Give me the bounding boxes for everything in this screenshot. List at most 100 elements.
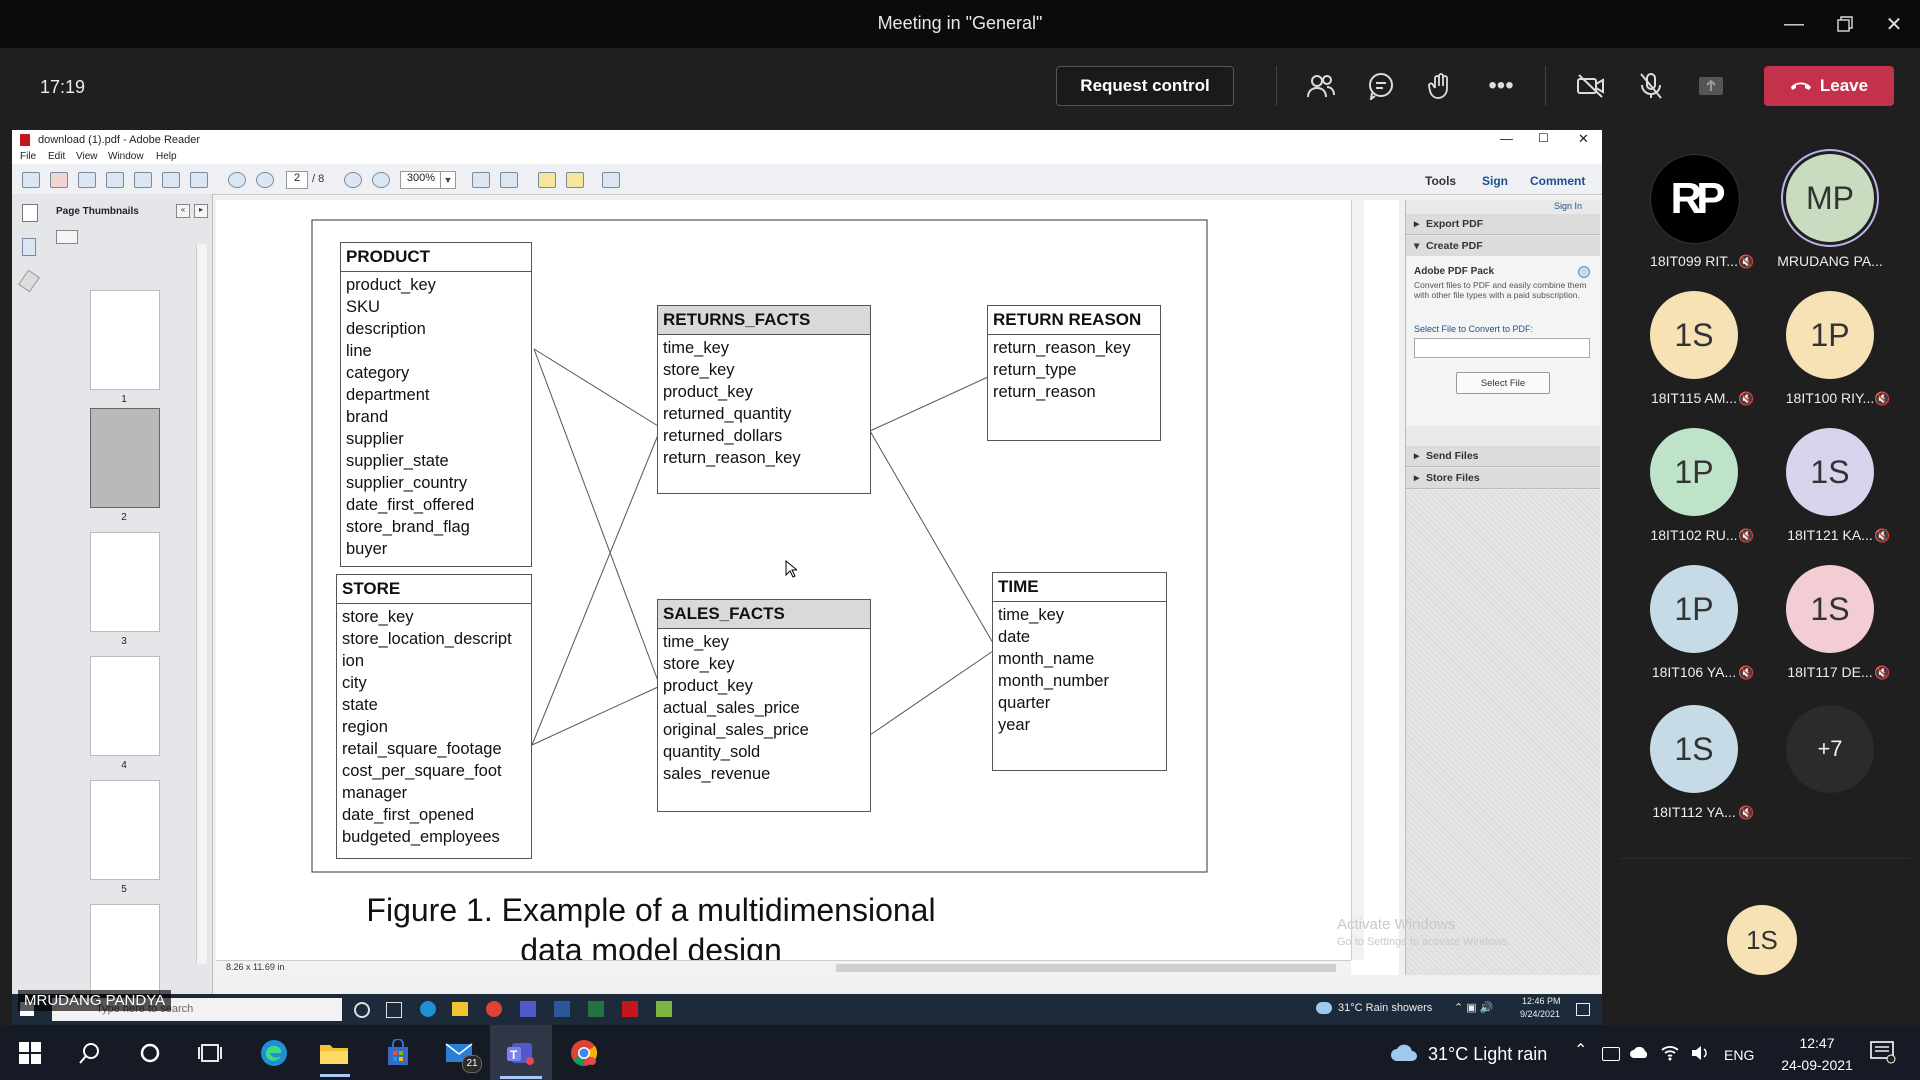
chat-icon[interactable] — [1363, 68, 1399, 104]
clock-time[interactable]: 12:47 — [1776, 1035, 1858, 1051]
camera-off-icon[interactable] — [1573, 68, 1609, 104]
page-thumbnail[interactable] — [90, 656, 160, 756]
task-view-icon[interactable] — [386, 1002, 402, 1018]
expand-pane-icon[interactable]: ▸ — [194, 204, 208, 218]
battery-icon[interactable] — [1602, 1047, 1620, 1061]
page-down-icon[interactable] — [256, 172, 274, 188]
participants-icon[interactable] — [1303, 68, 1339, 104]
fit-page-icon[interactable] — [472, 172, 490, 188]
menu-help[interactable]: Help — [156, 151, 177, 162]
cortana-icon[interactable] — [354, 1002, 370, 1018]
store-files-section[interactable]: ▸ Store Files — [1406, 468, 1600, 489]
zoom-out-icon[interactable] — [344, 172, 362, 188]
thumbnail-scrollbar[interactable] — [196, 244, 207, 964]
adobe-reader-icon[interactable] — [622, 1001, 638, 1017]
participant-avatar[interactable]: 1S — [1786, 428, 1874, 516]
create-pdf-section[interactable]: ▾ Create PDF — [1406, 236, 1600, 257]
menu-window[interactable]: Window — [108, 151, 144, 162]
close-icon[interactable]: ✕ — [1874, 8, 1914, 40]
microsoft-store-icon[interactable] — [382, 1037, 414, 1069]
edge-icon[interactable] — [420, 1001, 436, 1017]
minimize-icon[interactable]: — — [1774, 8, 1814, 40]
edit-icon[interactable] — [78, 172, 96, 188]
chrome-icon[interactable] — [486, 1001, 502, 1017]
taskbar-weather[interactable]: 31°C Light rain — [1428, 1044, 1547, 1065]
snipping-tool-icon[interactable] — [656, 1001, 672, 1017]
pdf-icon[interactable] — [50, 172, 68, 188]
more-participants-button[interactable]: +7 — [1786, 705, 1874, 793]
participant-logo-avatar[interactable]: RP — [1650, 154, 1740, 244]
adobe-close-icon[interactable]: ✕ — [1578, 131, 1589, 147]
export-pdf-section[interactable]: ▸ Export PDF — [1406, 214, 1600, 235]
document-vertical-scrollbar[interactable] — [1351, 200, 1364, 960]
send-files-section[interactable]: ▸ Send Files — [1406, 446, 1600, 467]
cloud-icon[interactable] — [106, 172, 124, 188]
highlight-icon[interactable] — [566, 172, 584, 188]
comment-note-icon[interactable] — [538, 172, 556, 188]
mic-off-icon[interactable] — [1633, 68, 1669, 104]
participant-avatar[interactable]: 1S — [1650, 705, 1738, 793]
page-thumbnail-selected[interactable] — [90, 408, 160, 508]
horizontal-scroll-thumb[interactable] — [836, 964, 1336, 972]
wifi-icon[interactable] — [1660, 1043, 1680, 1066]
presenter-weather[interactable]: 31°C Rain showers — [1338, 1002, 1432, 1014]
adobe-minimize-icon[interactable]: — — [1500, 131, 1513, 146]
weather-icon[interactable] — [1390, 1043, 1418, 1068]
document-horizontal-scrollbar[interactable]: 8.26 x 11.69 in — [216, 960, 1351, 975]
language-indicator[interactable]: ENG — [1724, 1047, 1754, 1063]
participant-avatar[interactable]: 1S — [1786, 565, 1874, 653]
participant-avatar[interactable]: 1S — [1650, 291, 1738, 379]
select-file-button[interactable]: Select File — [1456, 372, 1550, 394]
attachment-icon[interactable] — [18, 269, 40, 293]
sign-in-link[interactable]: Sign In — [1554, 201, 1582, 211]
expand-icon[interactable] — [602, 172, 620, 188]
participant-avatar[interactable]: MP — [1786, 154, 1874, 242]
notification-center-icon[interactable] — [1870, 1040, 1896, 1069]
cortana-icon[interactable] — [134, 1037, 166, 1069]
request-control-button[interactable]: Request control — [1056, 66, 1234, 106]
collapse-pane-icon[interactable]: « — [176, 204, 190, 218]
teams-icon[interactable]: T — [505, 1037, 537, 1069]
email-icon[interactable] — [190, 172, 208, 188]
leave-button[interactable]: Leave — [1764, 66, 1894, 106]
self-avatar[interactable]: 1S — [1727, 905, 1797, 975]
weather-icon[interactable] — [1316, 1002, 1332, 1014]
chrome-icon[interactable] — [568, 1037, 600, 1069]
participant-avatar[interactable]: 1P — [1786, 291, 1874, 379]
teams-icon[interactable] — [520, 1001, 536, 1017]
chevron-up-icon[interactable]: ⌃ — [1574, 1040, 1587, 1060]
tools-tab[interactable]: Tools — [1425, 174, 1456, 188]
page-number-input[interactable]: 2 — [286, 171, 308, 189]
file-explorer-icon[interactable] — [452, 1002, 468, 1016]
page-thumbnail[interactable] — [90, 780, 160, 880]
file-input-field[interactable] — [1414, 338, 1590, 358]
menu-view[interactable]: View — [76, 151, 98, 162]
tray-icons[interactable]: ⌃ ▣ 🔊 — [1454, 1001, 1493, 1014]
adobe-maximize-icon[interactable]: ☐ — [1538, 131, 1549, 145]
reactions-icon[interactable] — [1423, 68, 1459, 104]
zoom-input[interactable]: 300% — [400, 171, 442, 189]
windows-start-icon[interactable] — [14, 1037, 46, 1069]
info-icon[interactable] — [1578, 266, 1590, 278]
participant-avatar[interactable]: 1P — [1650, 565, 1738, 653]
menu-edit[interactable]: Edit — [48, 151, 65, 162]
volume-icon[interactable] — [1690, 1044, 1710, 1067]
more-options-icon[interactable]: ••• — [1483, 68, 1519, 104]
page-up-icon[interactable] — [228, 172, 246, 188]
clock-date[interactable]: 24-09-2021 — [1770, 1057, 1864, 1073]
onedrive-icon[interactable] — [1630, 1045, 1650, 1064]
task-view-icon[interactable] — [194, 1037, 226, 1069]
page-thumbnail[interactable] — [90, 904, 160, 1004]
edge-icon[interactable] — [258, 1037, 290, 1069]
word-icon[interactable] — [554, 1001, 570, 1017]
print-icon[interactable] — [162, 172, 180, 188]
page-thumbnail[interactable] — [90, 532, 160, 632]
notification-icon[interactable] — [1576, 1003, 1590, 1016]
search-icon[interactable] — [74, 1037, 106, 1069]
bookmark-icon[interactable] — [22, 238, 36, 256]
page-thumbnail[interactable] — [90, 290, 160, 390]
save-icon[interactable] — [134, 172, 152, 188]
menu-file[interactable]: File — [20, 151, 36, 162]
pages-icon[interactable] — [22, 204, 38, 222]
create-icon[interactable] — [22, 172, 40, 188]
